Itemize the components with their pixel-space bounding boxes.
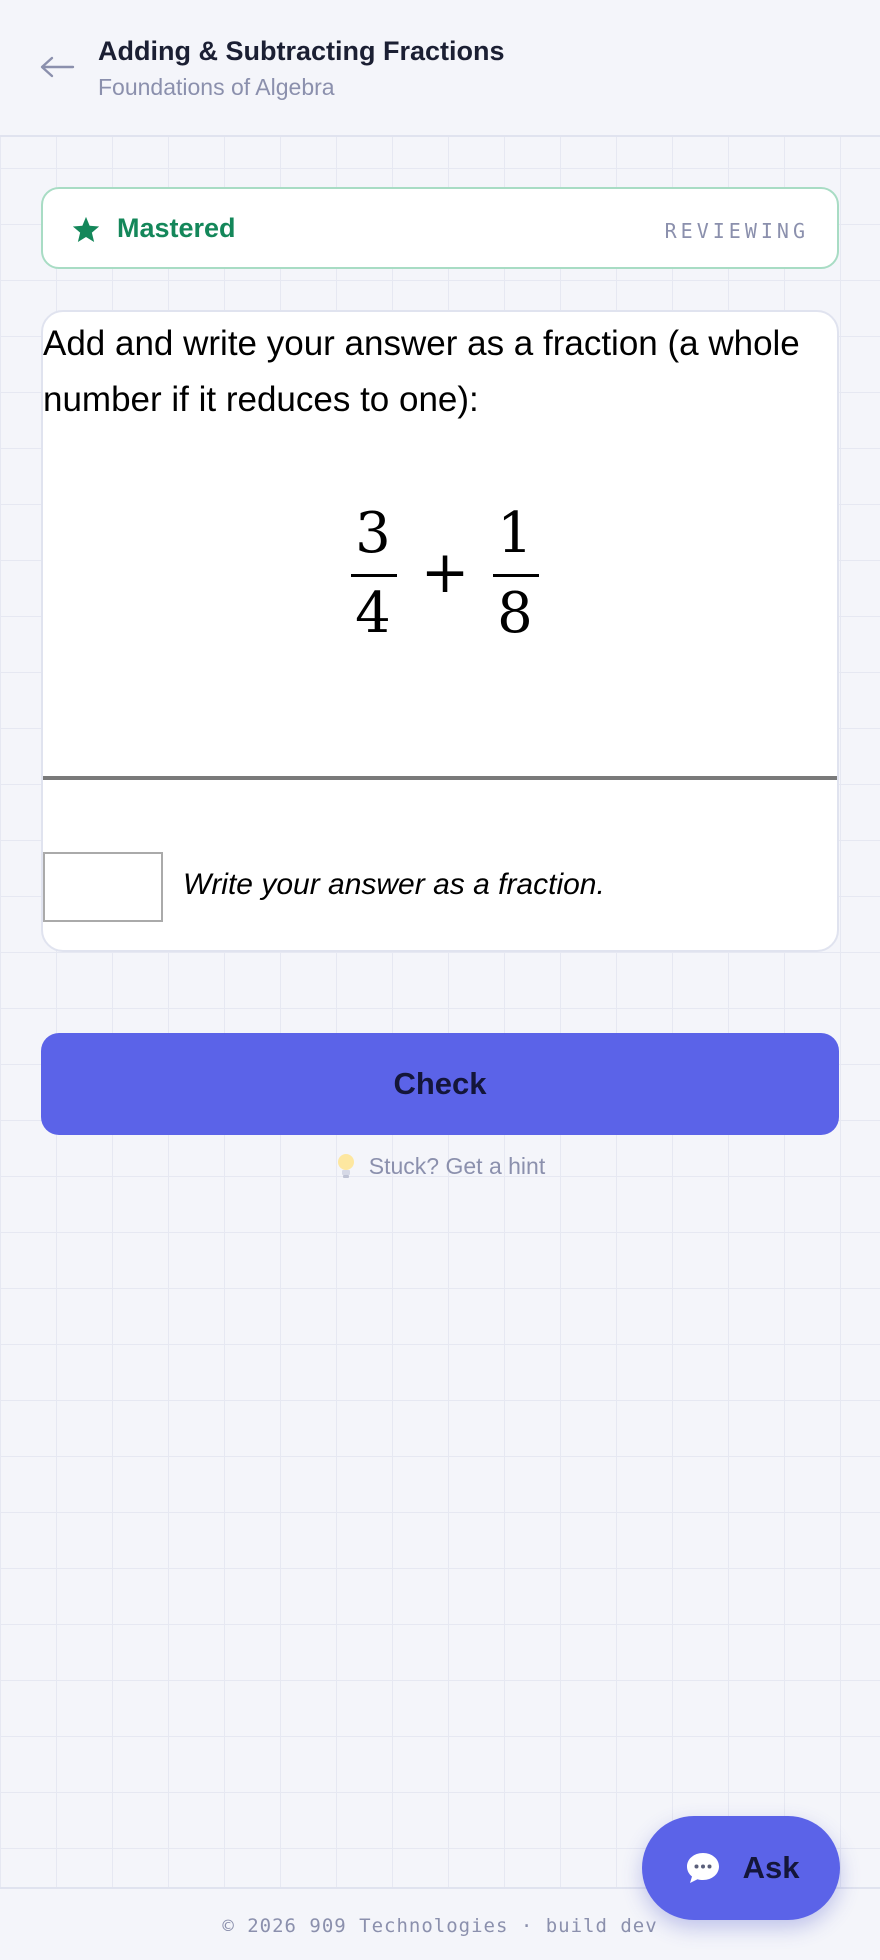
right-fraction-bar xyxy=(493,574,539,577)
mastery-status-card: Mastered REVIEWING xyxy=(41,187,839,269)
chat-bubble-icon xyxy=(686,1853,719,1883)
ask-label: Ask xyxy=(742,1850,800,1885)
answer-input[interactable] xyxy=(43,852,163,922)
left-denominator: 4 xyxy=(355,581,391,646)
check-button[interactable]: Check xyxy=(41,1033,839,1135)
lightbulb-icon xyxy=(337,1154,354,1178)
get-hint-label: Stuck? Get a hint xyxy=(368,1152,546,1179)
review-state-label: REVIEWING xyxy=(664,219,809,243)
star-icon xyxy=(72,216,100,242)
answer-format-hint: Write your answer as a fraction. xyxy=(183,868,605,901)
mastery-label: Mastered xyxy=(117,213,236,243)
ask-button[interactable]: Ask xyxy=(642,1816,840,1920)
left-numerator: 3 xyxy=(355,501,391,566)
page-title: Adding & Subtracting Fractions xyxy=(98,36,505,66)
back-button[interactable] xyxy=(36,46,78,88)
operator-sign: + xyxy=(420,538,470,606)
right-denominator: 8 xyxy=(497,581,533,646)
question-card: Add and write your answer as a fraction … xyxy=(41,310,839,952)
left-fraction-bar xyxy=(351,574,397,577)
answer-divider xyxy=(43,776,837,780)
question-prompt: Add and write your answer as a fraction … xyxy=(43,324,800,419)
arrow-left-icon xyxy=(40,56,75,78)
page-subtitle: Foundations of Algebra xyxy=(98,74,335,100)
right-numerator: 1 xyxy=(497,501,533,566)
footer-copyright: © 2026 909 Technologies · build dev xyxy=(222,1915,658,1937)
fraction-expression: 3 4 + 1 8 xyxy=(43,501,837,662)
page-header: Adding & Subtracting Fractions Foundatio… xyxy=(0,0,880,137)
get-hint-link[interactable]: Stuck? Get a hint xyxy=(0,1152,880,1180)
